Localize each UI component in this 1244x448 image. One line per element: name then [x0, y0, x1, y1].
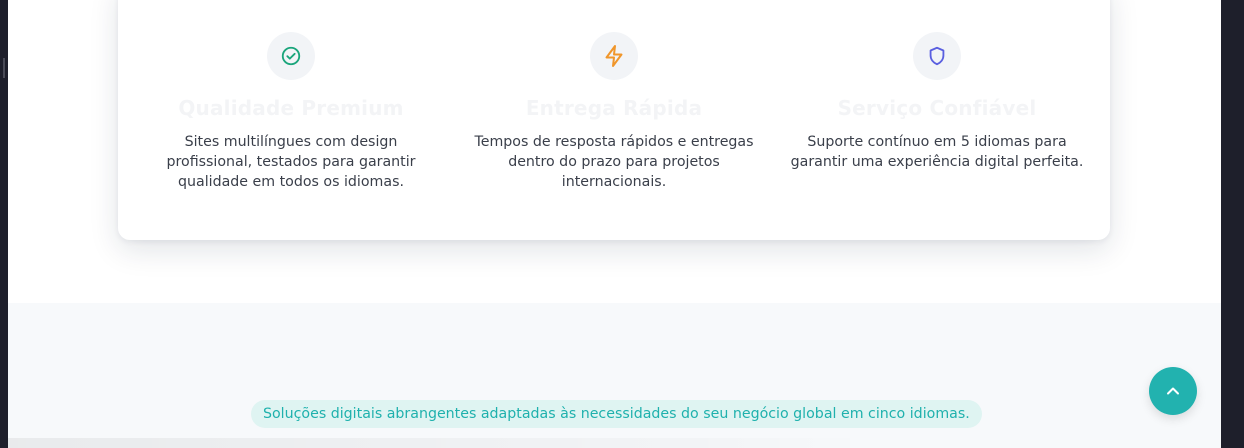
scrollbar-track[interactable]: [1221, 0, 1244, 448]
window-edge-marker: [3, 58, 5, 78]
chevron-up-icon: [1167, 387, 1179, 395]
feature-description: Tempos de resposta rápidos e entregas de…: [474, 134, 754, 190]
feature-description: Suporte contínuo em 5 idiomas para garan…: [790, 134, 1084, 170]
lightning-bolt-icon: [590, 32, 638, 80]
feature-description: Sites multilíngues com design profission…: [166, 134, 416, 190]
browser-viewport: Qualidade Premium Sites multilíngues com…: [8, 0, 1221, 448]
shield-icon: [913, 32, 961, 80]
feature-title: Entrega Rápida: [525, 96, 703, 120]
feature-title: Qualidade Premium: [178, 96, 404, 120]
services-section: Soluções digitais abrangentes adaptadas …: [8, 303, 1221, 448]
back-to-top-button[interactable]: [1149, 367, 1197, 415]
section-tagline-badge: Soluções digitais abrangentes adaptadas …: [251, 400, 982, 428]
feature-title: Serviço Confiável: [837, 96, 1037, 120]
bottom-edge-shadow: [8, 438, 868, 448]
check-circle-icon: [267, 32, 315, 80]
features-card: Qualidade Premium Sites multilíngues com…: [118, 0, 1110, 240]
